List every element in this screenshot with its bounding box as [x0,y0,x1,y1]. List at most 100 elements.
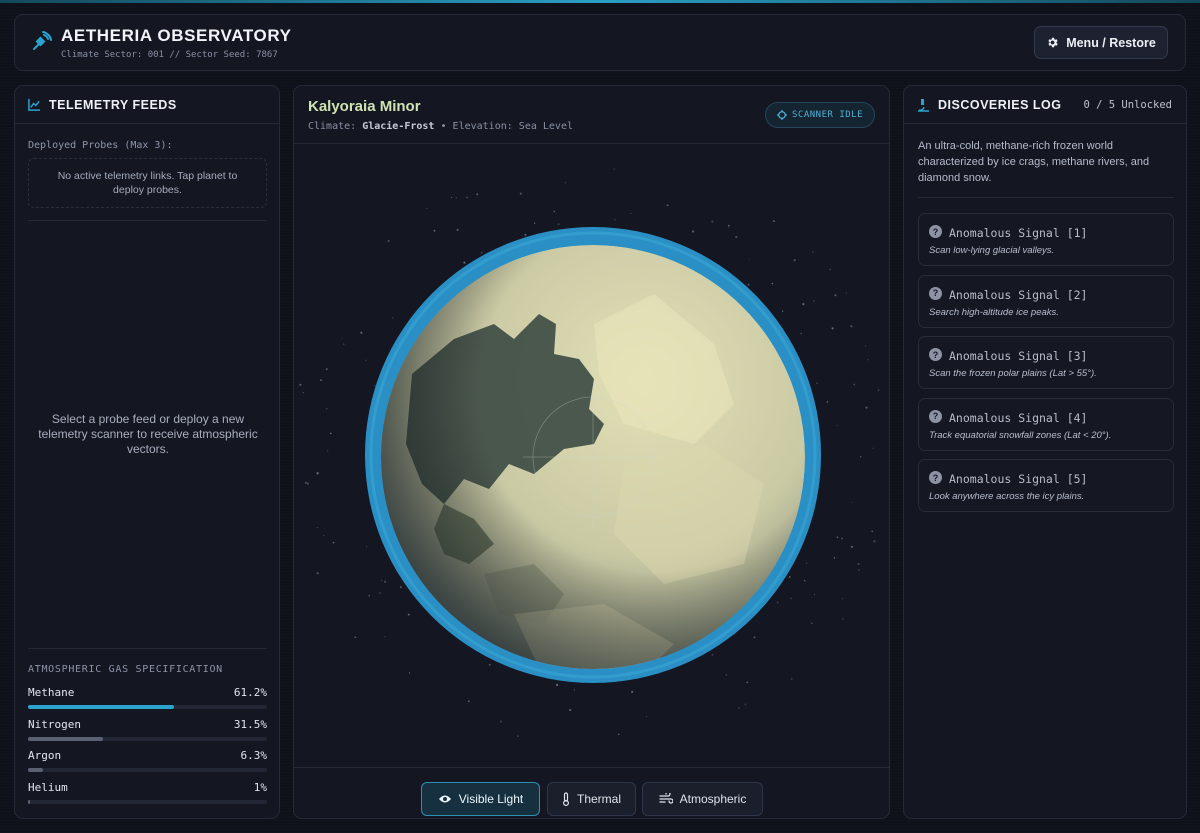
planet-name: Kalyoraia Minor [308,98,421,115]
star-dot [488,663,491,666]
menu-restore-button[interactable]: Menu / Restore [1034,26,1168,59]
star-dot [466,196,468,199]
star-dot [433,229,436,232]
star-dot [833,557,836,559]
gas-value: 61.2% [233,686,267,699]
microscope-icon [918,98,929,112]
star-dot [384,580,387,583]
signal-card[interactable]: ? Anomalous Signal [4] Track equatorial sn… [918,397,1174,451]
star-dot [877,389,880,391]
star-dot [519,192,522,195]
probes-empty-message: No active telemetry links. Tap planet to… [28,158,267,208]
atmospheric-button[interactable]: Atmospheric [642,782,763,816]
visible-light-button[interactable]: Visible Light [421,782,540,816]
star-dot [851,501,853,503]
star-dot [306,482,310,485]
star-dot [725,674,728,676]
elevation-label: Elevation: [452,121,513,132]
star-dot [325,368,328,371]
star-dot [811,251,814,253]
star-dot [853,383,856,386]
elevation-value: Sea Level [518,121,573,132]
thermal-label: Thermal [576,792,621,806]
star-dot [323,535,325,537]
telemetry-select-message: Select a probe feed or deploy a new tele… [38,412,258,456]
planet-view-panel: Kalyoraia Minor Climate: Glacie-Frost • … [293,85,890,819]
star-dot [864,345,867,347]
gas-row: Helium 1% [28,781,267,809]
star-dot [788,576,791,578]
star-dot [841,537,843,540]
gas-value: 1% [253,780,267,794]
star-dot [451,197,453,199]
gas-value: 6.3% [240,749,268,762]
question-icon: ? [929,409,942,423]
visible-light-label: Visible Light [458,792,524,806]
gas-bar-fill [28,705,175,709]
gas-bar-fill [28,736,104,741]
gas-bar-fill [28,799,31,804]
star-dot [304,481,308,484]
star-dot [836,536,839,539]
signal-title: Anomalous Signal [1] [949,226,1088,240]
star-dot [793,259,796,262]
discoveries-title: DISCOVERIES LOG [938,97,1062,112]
question-icon: ? [929,225,942,238]
star-dot [857,562,860,566]
star-dot [553,210,556,213]
star-dot [867,359,869,361]
star-dot [860,456,862,458]
star-dot [781,310,784,312]
sector-info: Climate Sector: 001 // Sector Seed: 7867 [61,50,278,60]
star-dot [476,193,479,196]
star-dot [746,681,749,684]
star-dot [813,300,815,302]
signal-hint: Scan the frozen polar plains (Lat > 55°)… [929,368,1097,380]
gas-bar-track [28,705,267,709]
star-dot [332,541,335,544]
star-dot [341,337,343,339]
unlocked-count: 0 / 5 Unlocked [1083,99,1172,111]
star-dot [617,733,620,736]
deployed-probes-label: Deployed Probes (Max 3): [28,140,173,151]
star-dot [811,622,813,624]
star-dot [365,359,367,361]
meta-separator: • [440,121,447,132]
signal-hint: Scan low-lying glacial valleys. [929,245,1055,256]
signal-card[interactable]: ? Anomalous Signal [2] Search high-altitud… [918,274,1174,328]
signal-card[interactable]: ? Anomalous Signal [3] Scan the frozen pol… [918,336,1174,390]
star-dot [480,251,483,254]
signal-card[interactable]: ? Anomalous Signal [5] Look anywhere acros… [918,459,1174,513]
planet-viewport[interactable] [294,144,890,767]
gas-bar-fill [28,768,44,772]
star-dot [569,708,572,712]
signal-hint: Track equatorial snowfall zones (Lat < 2… [929,429,1112,441]
planet-canvas[interactable] [294,144,890,767]
star-dot [836,424,838,426]
star-dot [826,401,829,403]
view-mode-bar: Visible Light Thermal Atmospheric [294,767,889,818]
line-chart-icon [28,98,41,111]
star-dot [392,317,394,319]
star-dot [316,472,319,475]
signal-card[interactable]: ? Anomalous Signal [1] Scan low-lying glac… [918,213,1174,266]
star-dot [524,233,527,237]
star-dot [646,715,648,718]
question-icon: ? [929,471,942,485]
gas-row: Nitrogen 31.5% [28,718,267,746]
star-dot [771,282,774,285]
star-dot [368,594,371,597]
star-dot [456,228,459,231]
star-dot [499,720,503,723]
app-header: AETHERIA OBSERVATORY Climate Sector: 001… [14,14,1186,71]
star-dot [790,678,793,680]
star-dot [384,635,386,638]
star-dot [557,223,560,225]
star-dot [366,546,368,548]
star-dot [630,212,632,214]
star-dot [407,613,410,616]
divider [28,648,267,649]
star-dot [463,261,466,264]
signal-title: Anomalous Signal [2] [949,287,1088,302]
thermal-button[interactable]: Thermal [547,782,636,816]
